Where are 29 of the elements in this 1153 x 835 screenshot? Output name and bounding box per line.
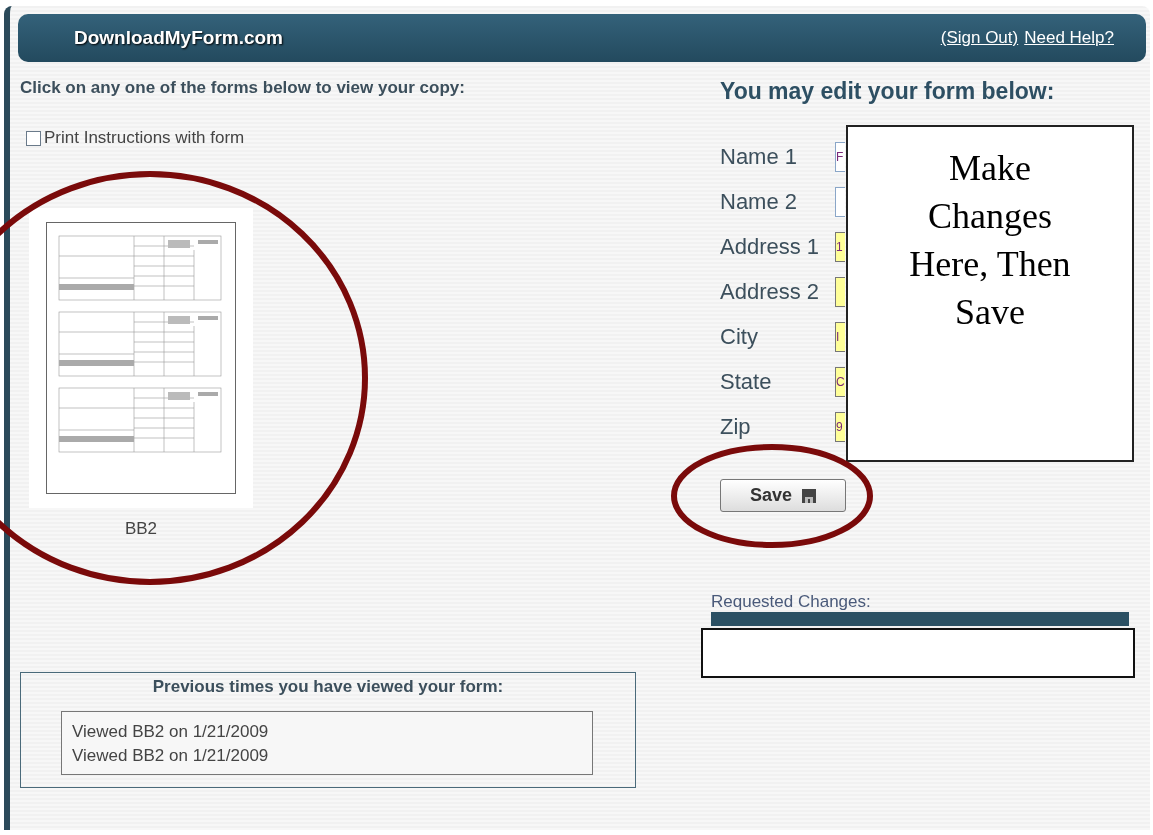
input-field[interactable]: I xyxy=(835,322,845,352)
history-entry: Viewed BB2 on 1/21/2009 xyxy=(72,721,270,743)
history-entry: Viewed BB2 on 1/21/2009 xyxy=(72,745,270,767)
field-label: Name 2 xyxy=(720,189,799,215)
field-label: State xyxy=(720,369,773,395)
form-caption: BB2 xyxy=(124,519,158,539)
input-field[interactable]: 9 xyxy=(835,412,845,442)
field-label: Address 1 xyxy=(720,234,821,260)
input-field[interactable] xyxy=(835,187,845,217)
field-label: City xyxy=(720,324,759,350)
field-label: Name 1 xyxy=(720,144,799,170)
checkbox[interactable] xyxy=(26,130,41,146)
header-link[interactable]: (Sign Out) xyxy=(940,28,1019,48)
field-label: Address 2 xyxy=(720,279,821,305)
edit-title: You may edit your form below: xyxy=(720,78,1056,105)
checkbox-label: Print Instructions with form xyxy=(44,128,245,148)
input-field[interactable]: 1 xyxy=(835,232,845,262)
requested-changes-label: Requested Changes: xyxy=(711,592,872,612)
instruction-text: Click on any one of the forms below to view your copy: xyxy=(20,78,466,98)
site-name: DownloadMyForm.com xyxy=(74,27,283,49)
input-field[interactable]: C xyxy=(835,367,845,397)
save-button[interactable]: Save xyxy=(720,479,846,512)
field-label: Zip xyxy=(720,414,752,440)
form-thumbnail[interactable] xyxy=(29,208,253,508)
callout-box: Make Changes Here, Then Save xyxy=(846,125,1134,462)
input-field[interactable]: F xyxy=(835,142,845,172)
history-title: Previous times you have viewed your form: xyxy=(151,677,505,697)
header-link[interactable]: Need Help? xyxy=(1024,28,1114,48)
input-field[interactable] xyxy=(835,277,845,307)
